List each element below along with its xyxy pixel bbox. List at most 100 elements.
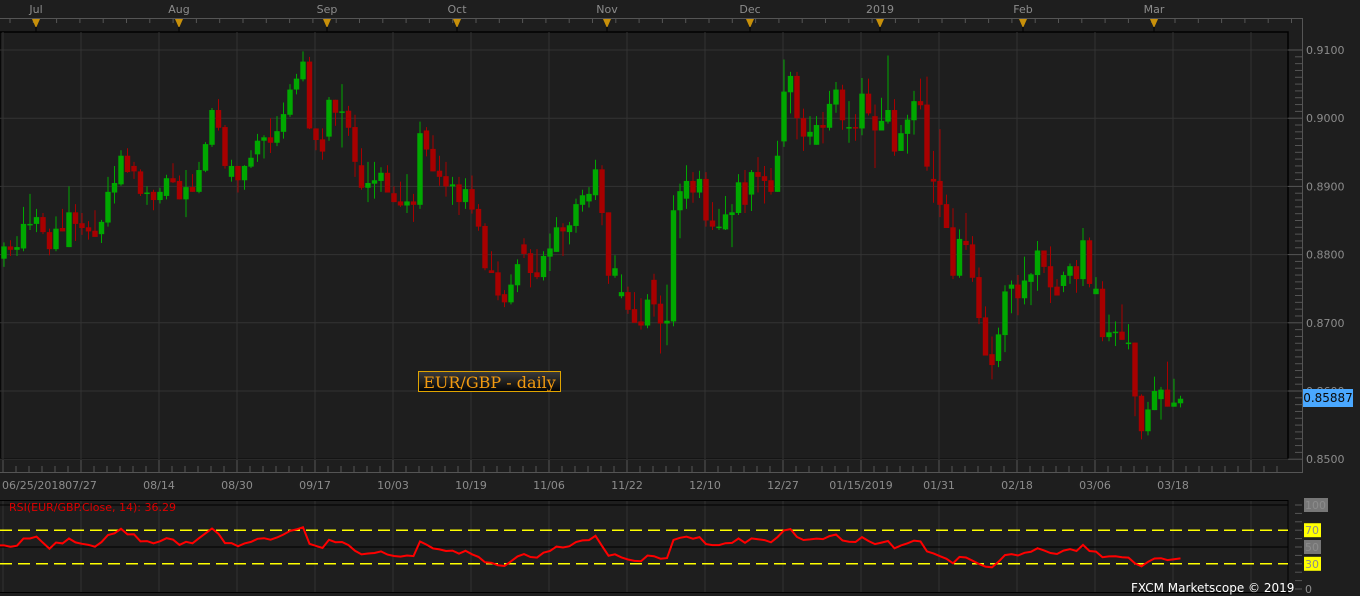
candle-body: [1177, 398, 1184, 404]
time-axis-label: 01/31: [923, 479, 955, 492]
candle-body: [33, 217, 40, 224]
candle-body: [839, 89, 846, 121]
candle-body: [560, 227, 566, 232]
candle-body: [1151, 391, 1158, 411]
candle-body: [72, 212, 79, 224]
candle-body: [1132, 342, 1138, 397]
candle-body: [59, 228, 66, 232]
candle-body: [430, 148, 436, 172]
candle-body: [670, 210, 677, 322]
candle-body: [1008, 284, 1015, 289]
candle-body: [625, 292, 631, 310]
candle-body: [501, 294, 508, 303]
candle-body: [111, 182, 118, 193]
candle-body: [878, 120, 885, 131]
candle-body: [592, 169, 599, 196]
candle-26: [163, 174, 170, 200]
candle-body: [1171, 402, 1177, 407]
candle-body: [872, 116, 878, 131]
price-axis-label: 0.8900: [1306, 180, 1345, 193]
rsi-axis-label: 0: [1305, 583, 1312, 596]
candle-body: [599, 169, 605, 213]
candle-body: [456, 184, 462, 203]
candle-body: [183, 187, 189, 200]
candle-body: [1145, 409, 1151, 432]
candle-body: [404, 201, 410, 206]
candle-body: [300, 61, 306, 80]
candle-body: [358, 165, 365, 188]
candle-body: [651, 279, 657, 305]
candle-body: [547, 248, 553, 257]
candle-body: [254, 140, 261, 155]
candle-body: [787, 75, 794, 93]
month-label: Sep: [317, 3, 338, 16]
candle-body: [631, 309, 638, 323]
candle-body: [176, 180, 183, 200]
month-label: Nov: [596, 3, 618, 16]
current-price-tag: 0.85887: [1303, 389, 1353, 407]
candle-22: [137, 169, 144, 196]
candle-body: [436, 170, 443, 177]
candle-body: [852, 127, 859, 129]
chart-canvas[interactable]: Jul Aug Sep Oct Nov Dec 2019 Feb Mar 0.9100 0.900…: [0, 0, 1360, 596]
candle-body: [989, 354, 995, 366]
candle-body: [911, 101, 917, 121]
candle-94: [605, 212, 612, 284]
candle-body: [215, 110, 222, 128]
candle-body: [46, 232, 53, 250]
candle-body: [209, 110, 215, 145]
candle-body: [826, 103, 833, 128]
time-axis-label: 08/14: [143, 479, 175, 492]
candle-body: [956, 238, 963, 276]
candle-body: [131, 165, 137, 172]
candle-body: [332, 99, 339, 113]
candle-body: [1093, 288, 1099, 295]
candle-body: [761, 176, 768, 181]
candle-body: [92, 230, 98, 237]
candle-body: [1047, 266, 1054, 288]
candle-body: [469, 189, 475, 210]
candle-168: [1086, 237, 1093, 288]
candle-body: [306, 61, 313, 129]
candle-body: [950, 227, 956, 276]
candle-33: [209, 107, 215, 147]
candle-body: [287, 89, 293, 115]
time-axis-label: 11/06: [533, 479, 565, 492]
candle-body: [722, 214, 729, 230]
candle-body: [716, 226, 722, 229]
candle-body: [157, 191, 163, 201]
candle-body: [1119, 331, 1125, 340]
candle-body: [820, 125, 826, 128]
watermark: FXCM Marketscope © 2019: [1131, 581, 1294, 595]
candle-body: [781, 91, 787, 142]
month-label: Feb: [1013, 3, 1032, 16]
candle-body: [677, 191, 683, 211]
candle-51: [326, 97, 332, 141]
candle-body: [196, 170, 202, 192]
candle-body: [612, 268, 618, 276]
time-axis-label: 10/03: [377, 479, 409, 492]
time-axis-label: 08/30: [221, 479, 253, 492]
candle-body: [748, 172, 755, 195]
candle-body: [969, 244, 976, 278]
candle-body: [514, 264, 521, 286]
rsi-panel: 100 70 50 30 0 RSI(EUR/GBP.Close, 14): 36.29: [0, 498, 1328, 596]
candle-body: [664, 320, 670, 324]
candle-body: [397, 201, 404, 206]
candle-body: [27, 223, 33, 226]
candle-body: [982, 317, 989, 356]
chart-title-label: EUR/GBP - daily: [418, 371, 561, 392]
candle-body: [7, 246, 14, 250]
candle-body: [904, 119, 911, 134]
candle-body: [274, 131, 280, 143]
candle-body: [813, 125, 820, 145]
candle-body: [930, 178, 937, 182]
candle-body: [1060, 275, 1067, 286]
candle-body: [573, 204, 579, 226]
candle-body: [79, 223, 85, 229]
candle-body: [144, 192, 150, 195]
candle-body: [98, 221, 105, 235]
candle-body: [833, 89, 839, 105]
candle-48: [306, 56, 313, 130]
time-axis-label: 11/22: [611, 479, 643, 492]
